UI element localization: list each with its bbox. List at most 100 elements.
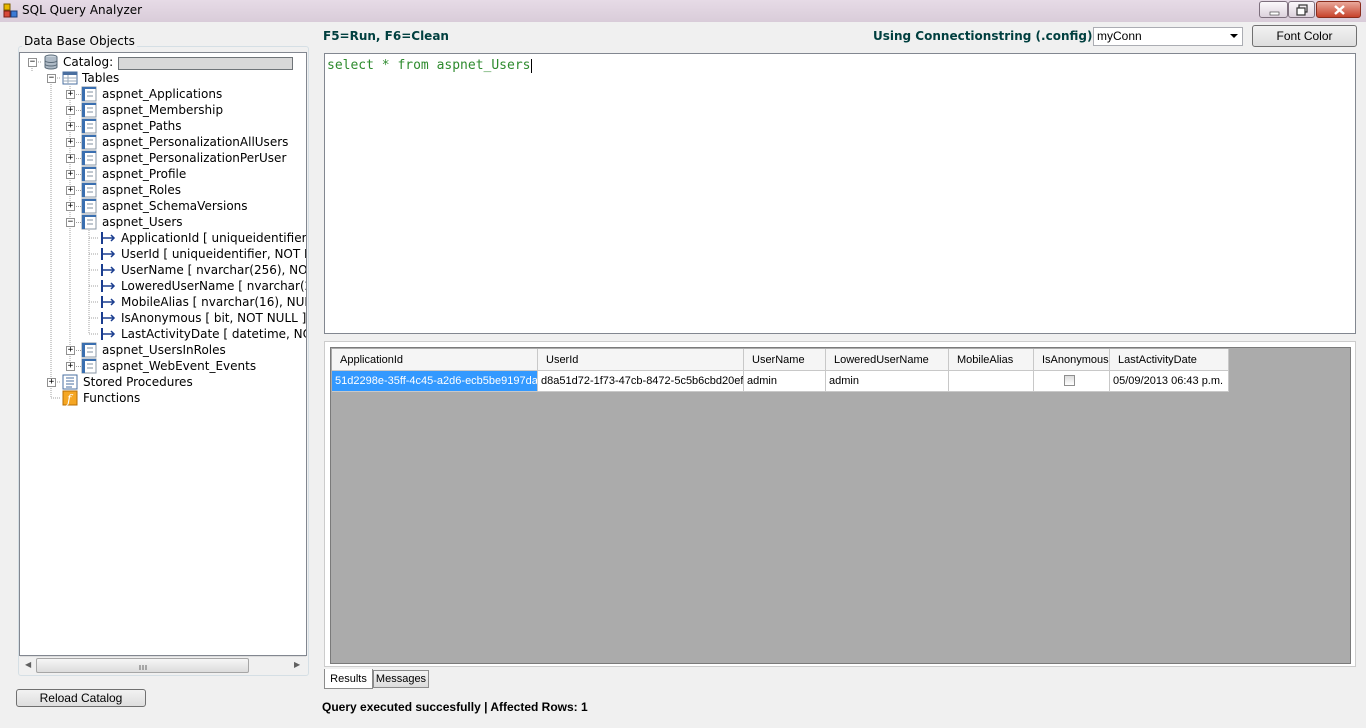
- table-icon: [81, 134, 97, 150]
- table-cell[interactable]: [949, 371, 1034, 392]
- table-icon: [81, 182, 97, 198]
- column-icon: [101, 264, 116, 276]
- scrollbar-thumb[interactable]: [36, 658, 249, 673]
- tree-item-table[interactable]: aspnet_WebEvent_Events: [102, 358, 256, 374]
- tree-item-table[interactable]: aspnet_Membership: [102, 102, 223, 118]
- tree-item-column[interactable]: LoweredUserName [ nvarchar(25: [121, 278, 306, 294]
- shortcut-hint: F5=Run, F6=Clean: [323, 29, 449, 43]
- tree-item-table[interactable]: aspnet_Profile: [102, 166, 186, 182]
- table-icon: [81, 358, 97, 374]
- tree-item-stored-procedures[interactable]: Stored Procedures: [83, 374, 193, 390]
- tree-item-table[interactable]: aspnet_Applications: [102, 86, 222, 102]
- tree-item-table[interactable]: aspnet_SchemaVersions: [102, 198, 248, 214]
- column-header[interactable]: LastActivityDate: [1110, 349, 1229, 371]
- tree-horizontal-scrollbar[interactable]: ◀ ▶: [20, 656, 306, 673]
- column-header[interactable]: LoweredUserName: [826, 349, 949, 371]
- status-message: Query executed succesfully | Affected Ro…: [322, 700, 588, 714]
- font-color-button[interactable]: Font Color: [1252, 25, 1357, 47]
- tree-item-column[interactable]: LastActivityDate [ datetime, NOT: [121, 326, 306, 342]
- reload-catalog-button[interactable]: Reload Catalog: [16, 689, 146, 707]
- minimize-icon: [1269, 11, 1280, 16]
- grip-icon: [139, 665, 147, 670]
- function-icon: f: [62, 390, 78, 406]
- query-editor[interactable]: select * from aspnet_Users: [324, 53, 1356, 334]
- column-icon: [101, 248, 116, 260]
- table-expand-toggle[interactable]: +: [66, 186, 75, 195]
- restore-button[interactable]: [1288, 1, 1315, 18]
- close-icon: [1334, 5, 1345, 15]
- minimize-button[interactable]: [1259, 1, 1288, 18]
- table-expand-toggle[interactable]: +: [66, 154, 75, 163]
- connection-select-value: myConn: [1097, 29, 1142, 43]
- table-expand-toggle[interactable]: +: [66, 106, 75, 115]
- table-cell[interactable]: d8a51d72-1f73-47cb-8472-5c5b6cbd20ef: [538, 371, 744, 392]
- table-expand-toggle[interactable]: +: [66, 138, 75, 147]
- column-icon: [101, 328, 116, 340]
- object-tree[interactable]: − Catalog: − Tables + aspnet_Application…: [19, 52, 307, 656]
- table-cell[interactable]: 05/09/2013 06:43 p.m.: [1110, 371, 1229, 392]
- table-icon: [81, 102, 97, 118]
- tree-item-column[interactable]: UserId [ uniqueidentifier, NOT NU: [121, 246, 306, 262]
- table-expand-toggle[interactable]: +: [66, 346, 75, 355]
- group-label: Data Base Objects: [22, 34, 137, 48]
- tree-item-table[interactable]: aspnet_Users: [102, 214, 183, 230]
- window-title: SQL Query Analyzer: [22, 3, 143, 17]
- table-expand-toggle[interactable]: +: [66, 202, 75, 211]
- column-header[interactable]: ApplicationId: [332, 349, 538, 371]
- column-header[interactable]: MobileAlias: [949, 349, 1034, 371]
- tab-results[interactable]: Results: [324, 669, 373, 689]
- table-icon: [81, 342, 97, 358]
- tree-item-column[interactable]: ApplicationId [ uniqueidentifier, N: [121, 230, 306, 246]
- catalog-collapse-toggle[interactable]: −: [28, 58, 37, 67]
- text-caret: [530, 58, 532, 73]
- table-expand-toggle[interactable]: +: [66, 170, 75, 179]
- table-icon: [81, 214, 97, 230]
- results-grid[interactable]: ApplicationId UserId UserName LoweredUserNa…: [330, 347, 1351, 664]
- table-icon: [81, 86, 97, 102]
- scroll-right-icon[interactable]: ▶: [294, 660, 300, 669]
- tables-folder-icon: [62, 71, 78, 85]
- tree-item-column[interactable]: MobileAlias [ nvarchar(16), NULL: [121, 294, 306, 310]
- tree-item-column[interactable]: UserName [ nvarchar(256), NOT: [121, 262, 306, 278]
- table-expand-toggle[interactable]: +: [66, 90, 75, 99]
- column-icon: [101, 232, 116, 244]
- query-text: select * from aspnet_Users: [327, 58, 531, 73]
- column-icon: [101, 312, 116, 324]
- table-expand-toggle[interactable]: −: [66, 218, 75, 227]
- table-cell[interactable]: 51d2298e-35ff-4c45-a2d6-ecb5be9197da: [332, 371, 538, 392]
- table-cell[interactable]: admin: [826, 371, 949, 392]
- column-header[interactable]: IsAnonymous: [1034, 349, 1110, 371]
- table-icon: [81, 166, 97, 182]
- column-icon: [101, 280, 116, 292]
- table-expand-toggle[interactable]: +: [66, 362, 75, 371]
- column-header[interactable]: UserId: [538, 349, 744, 371]
- restore-icon: [1296, 4, 1308, 16]
- stored-procedures-expand-toggle[interactable]: +: [47, 378, 56, 387]
- scroll-left-icon[interactable]: ◀: [25, 660, 31, 669]
- tree-item-table[interactable]: aspnet_PersonalizationAllUsers: [102, 134, 288, 150]
- close-button[interactable]: [1316, 1, 1361, 18]
- catalog-label: Catalog:: [63, 55, 114, 69]
- title-bar: SQL Query Analyzer: [0, 0, 1366, 22]
- tree-item-table[interactable]: aspnet_Roles: [102, 182, 181, 198]
- table-icon: [81, 198, 97, 214]
- table-cell[interactable]: [1034, 371, 1110, 392]
- tree-item-table[interactable]: aspnet_Paths: [102, 118, 182, 134]
- table-icon: [81, 118, 97, 134]
- tree-item-functions[interactable]: Functions: [83, 390, 140, 406]
- connection-select[interactable]: myConn: [1093, 27, 1243, 46]
- is-anonymous-checkbox[interactable]: [1064, 375, 1075, 386]
- tree-item-column[interactable]: IsAnonymous [ bit, NOT NULL ]: [121, 310, 306, 326]
- table-expand-toggle[interactable]: +: [66, 122, 75, 131]
- connection-label: Using Connectionstring (.config): [873, 29, 1093, 43]
- app-icon: [3, 3, 18, 18]
- tree-item-table[interactable]: aspnet_UsersInRoles: [102, 342, 226, 358]
- tree-item-tables[interactable]: Tables: [82, 70, 119, 86]
- tab-messages[interactable]: Messages: [373, 670, 429, 688]
- tree-item-table[interactable]: aspnet_PersonalizationPerUser: [102, 150, 286, 166]
- tables-collapse-toggle[interactable]: −: [47, 74, 56, 83]
- table-cell[interactable]: admin: [744, 371, 826, 392]
- column-header[interactable]: UserName: [744, 349, 826, 371]
- chevron-down-icon: [1230, 34, 1238, 38]
- column-icon: [101, 296, 116, 308]
